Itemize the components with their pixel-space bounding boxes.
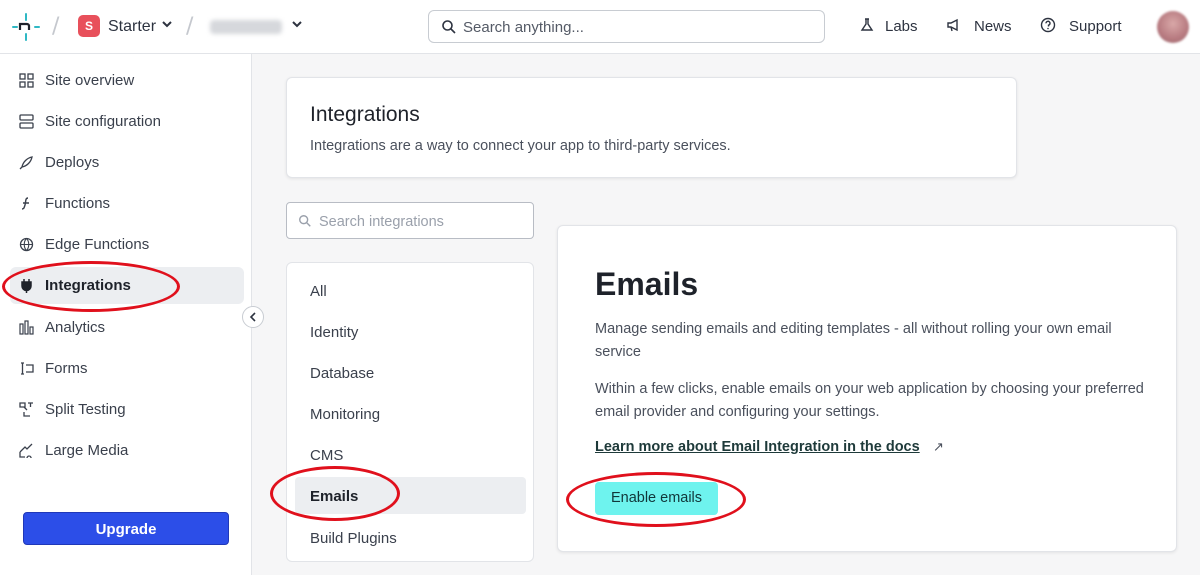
search-placeholder: Search integrations — [319, 214, 444, 230]
sidebar-item-label: Forms — [45, 360, 88, 377]
nav-support[interactable]: Support — [1069, 18, 1122, 35]
page-title: Integrations — [310, 103, 420, 126]
detail-title: Emails — [595, 266, 699, 302]
nav-news[interactable]: News — [974, 18, 1012, 35]
integrations-header-card: Integrations Integrations are a way to c… — [286, 77, 1017, 178]
breadcrumb-separator: / — [52, 14, 60, 39]
globe-icon — [19, 237, 34, 252]
sidebar-item-label: Functions — [45, 195, 111, 212]
netlify-logo-icon[interactable] — [11, 12, 41, 42]
server-icon — [19, 114, 34, 129]
category-label: All — [310, 283, 327, 300]
lambda-icon — [21, 197, 29, 210]
megaphone-icon — [947, 18, 958, 32]
category-label: Identity — [310, 324, 359, 341]
team-name[interactable]: Starter — [108, 18, 156, 36]
chevron-left-icon — [249, 312, 256, 322]
sidebar-item-large-media[interactable]: Large Media — [10, 432, 244, 469]
sidebar: Site overview Site configuration Deploys… — [0, 54, 252, 575]
sidebar-item-analytics[interactable]: Analytics — [10, 309, 244, 346]
rocket-icon — [19, 156, 33, 170]
sidebar-item-deploys[interactable]: Deploys — [10, 144, 244, 181]
search-icon — [442, 20, 456, 34]
external-link-icon: ↗ — [933, 440, 944, 455]
sidebar-item-label: Site configuration — [45, 113, 161, 130]
grid-icon — [19, 73, 34, 88]
category-database[interactable]: Database — [295, 354, 526, 391]
split-icon — [19, 402, 33, 417]
sidebar-item-site-configuration[interactable]: Site configuration — [10, 103, 244, 140]
sidebar-item-label: Large Media — [45, 442, 129, 459]
sidebar-item-functions[interactable]: Functions — [10, 185, 244, 222]
detail-description: Manage sending emails and editing templa… — [595, 321, 1112, 360]
category-label: Database — [310, 365, 375, 382]
team-avatar[interactable]: S — [78, 15, 100, 37]
search-placeholder: Search anything... — [463, 19, 584, 36]
sidebar-item-split-testing[interactable]: Split Testing — [10, 391, 244, 428]
sidebar-item-site-overview[interactable]: Site overview — [10, 62, 244, 99]
global-search-input[interactable]: Search anything... — [428, 10, 825, 43]
sidebar-item-label: Edge Functions — [45, 236, 150, 253]
top-bar: / S Starter / Search anything... Labs Ne… — [0, 0, 1200, 54]
help-circle-icon — [1040, 17, 1056, 33]
annotation-ellipse — [2, 261, 180, 312]
chevron-down-icon[interactable] — [290, 17, 304, 31]
annotation-ellipse — [566, 472, 746, 527]
upgrade-button[interactable]: Upgrade — [23, 512, 229, 545]
search-icon — [299, 215, 311, 227]
sidebar-item-label: Site overview — [45, 72, 135, 89]
category-label: CMS — [310, 447, 344, 464]
nav-labs[interactable]: Labs — [885, 18, 918, 35]
search-integrations-input[interactable]: Search integrations — [286, 202, 534, 239]
page-subtitle: Integrations are a way to connect your a… — [310, 138, 731, 154]
category-build-plugins[interactable]: Build Plugins — [295, 519, 526, 556]
form-icon — [21, 362, 34, 375]
bar-chart-icon — [19, 320, 34, 335]
detail-description: Within a few clicks, enable emails on yo… — [595, 381, 1144, 420]
docs-link[interactable]: Learn more about Email Integration in th… — [595, 439, 920, 455]
category-label: Build Plugins — [310, 530, 397, 547]
sidebar-item-forms[interactable]: Forms — [10, 350, 244, 387]
sidebar-item-label: Deploys — [45, 154, 100, 171]
flask-icon — [860, 18, 874, 31]
sidebar-item-edge-functions[interactable]: Edge Functions — [10, 226, 244, 263]
breadcrumb-separator: / — [186, 14, 194, 39]
category-monitoring[interactable]: Monitoring — [295, 395, 526, 432]
sidebar-item-label: Analytics — [45, 319, 106, 336]
site-name-redacted[interactable] — [210, 20, 282, 34]
media-icon — [19, 443, 33, 458]
chevron-down-icon[interactable] — [160, 17, 174, 31]
sidebar-item-label: Split Testing — [45, 401, 126, 418]
category-identity[interactable]: Identity — [295, 313, 526, 350]
user-avatar[interactable] — [1157, 11, 1189, 43]
category-all[interactable]: All — [295, 272, 526, 309]
annotation-ellipse — [270, 466, 400, 521]
collapse-sidebar-button[interactable] — [242, 306, 264, 328]
category-label: Monitoring — [310, 406, 381, 423]
